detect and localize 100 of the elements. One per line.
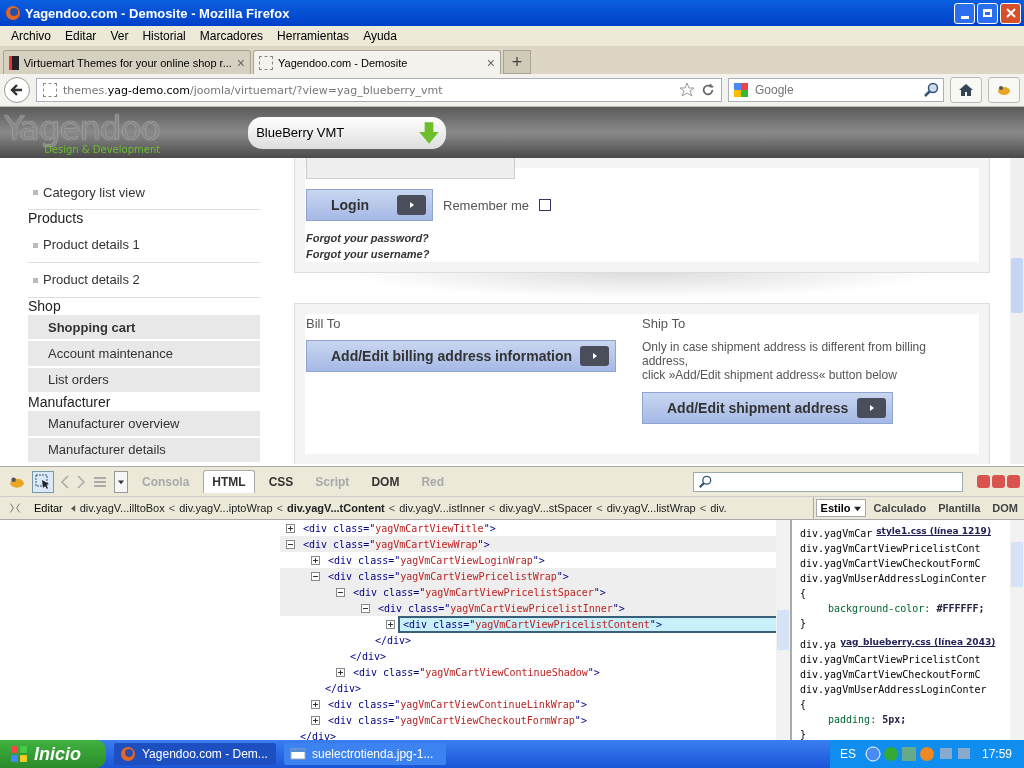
menu-item[interactable]: Historial [135, 29, 193, 43]
html-element[interactable]: <div class="yagVmCartViewContinueLinkWrap"> [325, 697, 590, 711]
closing-tag[interactable]: </div> [300, 730, 337, 742]
taskbar-button[interactable]: suelectrotienda.jpg-1... [284, 743, 446, 765]
dropdown-button[interactable] [114, 470, 128, 493]
menu-item[interactable]: Marcadores [192, 29, 271, 43]
closing-tag[interactable]: </div> [375, 634, 412, 646]
favicon-icon [259, 55, 273, 70]
breadcrumb-item[interactable]: div. [710, 502, 727, 514]
back-button[interactable] [4, 77, 30, 103]
menu-item[interactable]: Ver [103, 29, 136, 43]
play-icon [590, 352, 599, 360]
sidebar-item[interactable]: List orders [28, 367, 260, 392]
tab-close-button[interactable]: × [486, 54, 495, 71]
google-icon[interactable] [733, 82, 749, 98]
taskbar-button[interactable]: Yagendoo.com - Dem... [114, 743, 276, 765]
breadcrumb-item[interactable]: div.yagV...stSpacer [499, 502, 593, 514]
expand-toggle[interactable] [311, 715, 320, 725]
breadcrumb-item[interactable]: div.yagV...tContent [287, 502, 385, 514]
expand-toggle[interactable] [286, 523, 295, 533]
menu-item[interactable]: Editar [58, 29, 104, 43]
panel-tab[interactable]: DOM [363, 470, 408, 493]
html-element[interactable]: <div class="yagVmCartViewPricelistContent"> [400, 617, 776, 631]
expand-toggle[interactable] [386, 619, 395, 629]
html-element[interactable]: <div class="yagVmCartViewContinueShadow"> [350, 665, 603, 679]
sidebar-item[interactable]: Manufacturer details [28, 437, 260, 463]
scrollbar[interactable] [1010, 520, 1024, 740]
input-field[interactable] [306, 158, 515, 179]
expand-toggle[interactable] [361, 603, 370, 613]
search-icon[interactable] [923, 82, 939, 98]
breadcrumb-item[interactable]: div.yagV...illtoBox [79, 502, 165, 514]
expand-toggle[interactable] [311, 699, 320, 709]
inspect-button[interactable] [32, 470, 54, 493]
html-element[interactable]: <div class="yagVmCartViewLoginWrap"> [325, 553, 548, 567]
search-field[interactable] [693, 471, 963, 492]
expand-toggle[interactable] [311, 571, 320, 581]
menu-item[interactable]: Ayuda [356, 29, 404, 43]
css-declaration[interactable]: padding: 5px; [800, 712, 1010, 727]
panel-tab[interactable]: CSS [260, 470, 302, 493]
html-element[interactable]: <div class="yagVmCartViewCheckoutFormWrap"> [325, 713, 590, 727]
html-element[interactable]: <div class="yagVmCartViewTitle"> [300, 521, 499, 535]
scroll-left-icon[interactable] [70, 504, 76, 512]
scrollbar[interactable] [1010, 158, 1024, 464]
logo[interactable]: Yagendoo Design & Development [4, 110, 161, 155]
source-link[interactable]: style1.css (línea 1219) [876, 526, 991, 541]
breadcrumb-item[interactable]: div.yagV...istInner [399, 502, 485, 514]
caret-icon [853, 504, 861, 512]
browser-tab[interactable]: Virtuemart Themes for your online shop r... × [3, 50, 251, 74]
firefox-icon [120, 746, 136, 762]
forgot-username-link[interactable]: Forgot your username? [306, 246, 978, 262]
sidebar-item[interactable]: Products [28, 210, 260, 228]
maximize-button[interactable] [977, 2, 998, 24]
expand-toggle[interactable] [336, 587, 345, 597]
sidebar-item[interactable]: Product details 1 [28, 227, 260, 263]
sidebar-item[interactable]: Shopping cart [28, 315, 260, 340]
bookmark-star-icon[interactable] [679, 82, 695, 98]
edit-button[interactable]: Editar [30, 502, 67, 514]
sidebar-item[interactable]: Shop [28, 297, 260, 316]
sidebar-item[interactable]: Product details 2 [28, 262, 260, 298]
forgot-password-link[interactable]: Forgot your password? [306, 230, 978, 246]
sidebar-item[interactable]: Category list view [28, 175, 260, 210]
split-icon[interactable] [8, 501, 22, 515]
address-field[interactable]: themes.yag-demo.com/joomla/virtuemart/?view=yag_blueberry_vmt [36, 78, 722, 102]
shipment-address-button[interactable]: Add/Edit shipment address [642, 392, 893, 424]
css-declaration[interactable]: background-color: #FFFFFF; [800, 601, 1010, 616]
expand-toggle[interactable] [311, 555, 320, 565]
menu-item[interactable]: Herramientas [270, 29, 357, 43]
closing-tag[interactable]: </div> [325, 682, 362, 694]
remember-checkbox[interactable] [538, 199, 551, 211]
play-icon [867, 404, 876, 412]
theme-select[interactable]: BlueBerry VMT [248, 116, 447, 149]
sidebar-item[interactable]: Manufacturer overview [28, 411, 260, 436]
side-panel-tab[interactable]: Calculado [869, 500, 931, 516]
close-button[interactable] [1000, 2, 1021, 24]
breadcrumb-item[interactable]: div.yagV...iptoWrap [179, 502, 273, 514]
home-button[interactable] [950, 77, 982, 103]
browser-tab[interactable]: Yagendoo.com - Demosite × [253, 50, 501, 74]
reload-icon[interactable] [701, 83, 715, 97]
source-link[interactable]: yag_blueberry.css (línea 2043) [840, 637, 996, 652]
closing-tag[interactable]: </div> [350, 650, 387, 662]
brace: } [800, 728, 808, 740]
sidebar-item[interactable]: Manufacturer [28, 393, 260, 412]
login-button[interactable]: Login [306, 189, 433, 221]
breadcrumb-item[interactable]: div.yagV...listWrap [606, 502, 696, 514]
new-tab-button[interactable]: + [503, 50, 531, 74]
expand-toggle[interactable] [336, 667, 345, 677]
side-panel-tab[interactable]: DOM [988, 500, 1022, 516]
menu-item[interactable]: Archivo [4, 29, 58, 43]
sidebar-item[interactable]: Account maintenance [28, 341, 260, 366]
panel-tab[interactable]: HTML [203, 470, 255, 493]
billing-address-button[interactable]: Add/Edit billing address information [306, 340, 616, 372]
tab-close-button[interactable]: × [236, 54, 245, 71]
separator: < [276, 502, 283, 514]
ship-to-label: Ship To [642, 316, 686, 331]
minimize-button[interactable] [954, 2, 975, 24]
expand-toggle[interactable] [286, 539, 295, 549]
side-panel-tab[interactable]: Estilo [815, 499, 866, 517]
scrollbar[interactable] [776, 520, 790, 740]
search-field[interactable]: Google [728, 78, 944, 102]
side-panel-tab[interactable]: Plantilla [934, 500, 985, 516]
